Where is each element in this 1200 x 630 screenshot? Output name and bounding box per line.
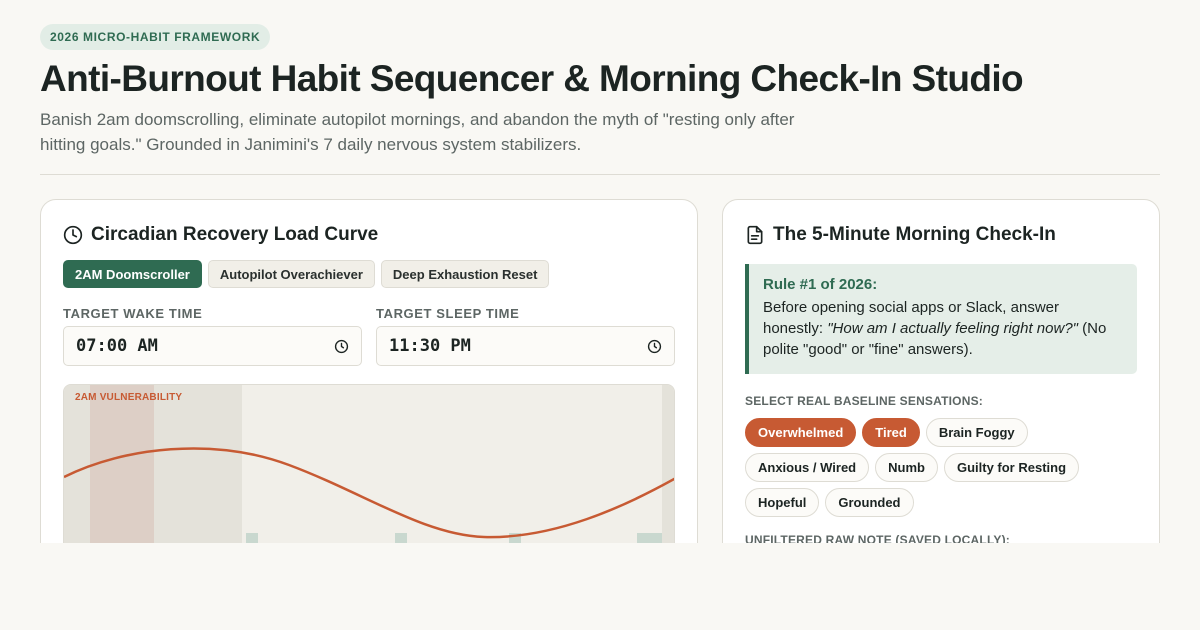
chip-guilty-for-resting[interactable]: Guilty for Resting [943,453,1080,482]
wake-time-input[interactable]: 07:00 AM [63,326,362,366]
clock-icon[interactable] [647,339,662,354]
preset-tabs: 2AM Doomscroller Autopilot Overachiever … [63,260,550,288]
preset-2am-doomscroller[interactable]: 2AM Doomscroller [63,260,202,288]
habit-marker [395,533,407,543]
sleep-time-value: 11:30 PM [389,336,471,356]
recovery-curve-header: Circadian Recovery Load Curve [63,224,378,246]
rule-text: Before opening social apps or Slack, ans… [763,297,1123,360]
chip-anxious-wired[interactable]: Anxious / Wired [745,453,870,482]
habit-marker [637,533,662,543]
recovery-curve-title: Circadian Recovery Load Curve [91,224,379,245]
late-night-band [662,385,674,543]
sleep-time-label: TARGET SLEEP TIME [376,306,520,321]
recovery-load-chart: 2AM VULNERABILITY [63,384,675,543]
content-viewport: Circadian Recovery Load Curve 2AM Doomsc… [0,0,1200,543]
recovery-curve-card: Circadian Recovery Load Curve 2AM Doomsc… [40,199,698,543]
chip-tired[interactable]: Tired [862,418,920,447]
wake-time-label: TARGET WAKE TIME [63,306,203,321]
sensations-label: SELECT REAL BASELINE SENSATIONS: [745,394,983,408]
vulnerability-band [90,385,154,543]
chip-grounded[interactable]: Grounded [825,488,914,517]
rule-title: Rule #1 of 2026: [763,276,878,293]
morning-checkin-title: The 5-Minute Morning Check-In [773,224,1056,245]
preset-autopilot-overachiever[interactable]: Autopilot Overachiever [207,260,375,288]
morning-checkin-card: The 5-Minute Morning Check-In Rule #1 of… [722,199,1160,543]
clock-icon[interactable] [334,339,349,354]
preset-deep-exhaustion-reset[interactable]: Deep Exhaustion Reset [380,260,550,288]
sensation-chips: Overwhelmed Tired Brain Foggy Anxious / … [745,418,1145,517]
chip-numb[interactable]: Numb [875,453,938,482]
habit-marker [246,533,258,543]
wake-time-value: 07:00 AM [76,336,158,356]
document-icon [747,225,763,245]
rule-callout: Rule #1 of 2026: Before opening social a… [745,264,1137,374]
clock-icon [63,225,83,245]
raw-note-label: UNFILTERED RAW NOTE (SAVED LOCALLY): [745,533,1010,543]
chip-hopeful[interactable]: Hopeful [745,488,820,517]
sleep-time-input[interactable]: 11:30 PM [376,326,675,366]
chip-brain-foggy[interactable]: Brain Foggy [925,418,1028,447]
morning-checkin-header: The 5-Minute Morning Check-In [745,224,1056,246]
recovery-load-svg [64,385,674,543]
chip-overwhelmed[interactable]: Overwhelmed [745,418,857,447]
vulnerability-label: 2AM VULNERABILITY [75,392,183,403]
rule-question: "How am I actually feeling right now?" [827,320,1078,337]
